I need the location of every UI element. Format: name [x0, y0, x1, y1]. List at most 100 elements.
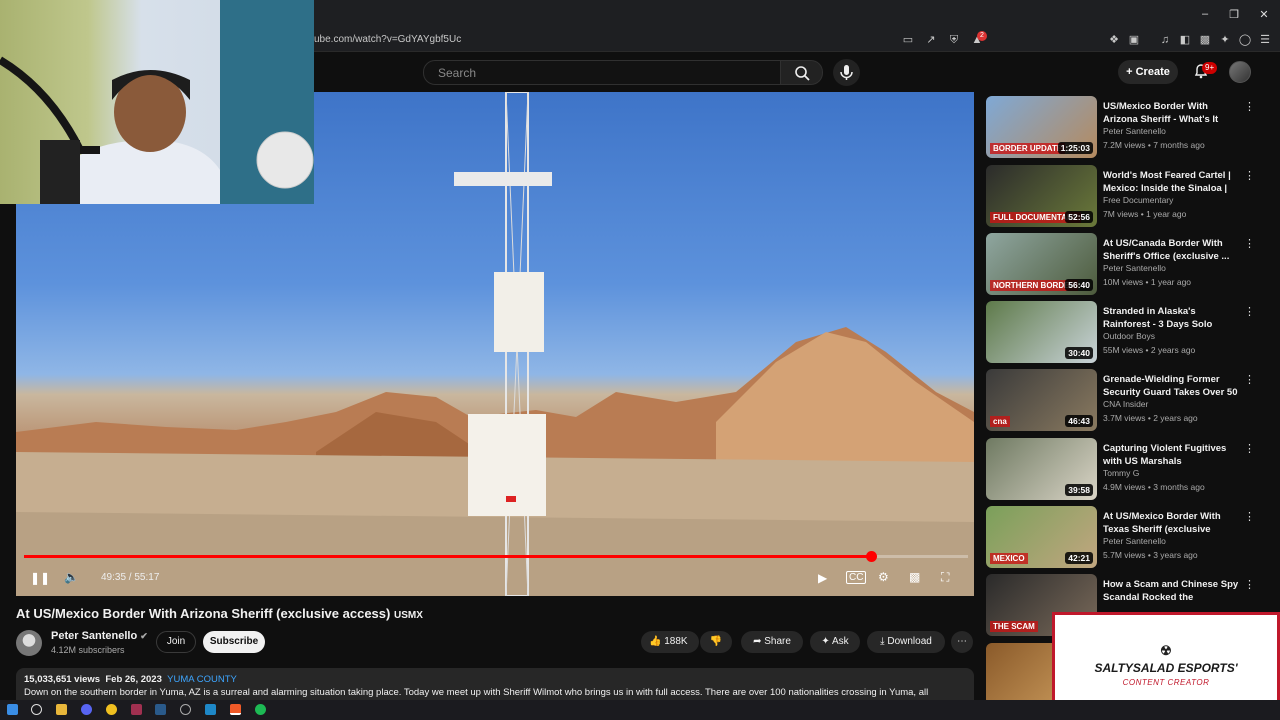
upload-date: Feb 26, 2023 [105, 674, 162, 685]
shield-icon[interactable]: ⛨ [947, 33, 961, 47]
download-button[interactable]: ⤓ Download [867, 631, 945, 653]
recommendation-title[interactable]: World's Most Feared Cartel | Mexico: Ins… [1103, 169, 1239, 195]
recommendation-title[interactable]: At US/Mexico Border With Texas Sheriff (… [1103, 510, 1239, 536]
recommendation-thumbnail[interactable]: MEXICO 42:21 [986, 506, 1097, 568]
search-button[interactable] [781, 60, 823, 85]
thumbnail-caption: THE SCAM [990, 621, 1038, 632]
scrub-handle[interactable] [866, 551, 877, 562]
join-button[interactable]: Join [156, 631, 196, 653]
fullscreen-button[interactable]: ⛶ [941, 570, 949, 585]
recommendation-meta: 7.2M views • 7 months ago [1103, 140, 1205, 150]
recommendation-title[interactable]: How a Scam and Chinese Spy Scandal Rocke… [1103, 578, 1239, 604]
recommendation-thumbnail[interactable]: FULL DOCUMENTARY 52:56 [986, 165, 1097, 227]
kebab-menu-icon[interactable]: ⋮ [1244, 305, 1255, 318]
recommendation-title[interactable]: Stranded in Alaska's Rainforest - 3 Days… [1103, 305, 1239, 331]
like-button[interactable]: 👍 188K [641, 631, 699, 653]
recommendation-channel[interactable]: Peter Santenello [1103, 263, 1166, 273]
recommendation-channel[interactable]: Free Documentary [1103, 195, 1173, 205]
minimize-icon[interactable]: – [1197, 8, 1213, 20]
kebab-menu-icon[interactable]: ⋮ [1244, 169, 1255, 182]
autoplay-toggle[interactable]: ▶ [818, 571, 827, 585]
recommendation-title[interactable]: Capturing Violent Fugitives with US Mars… [1103, 442, 1239, 468]
recommendation-card[interactable]: FULL DOCUMENTARY 52:56 World's Most Feared… [986, 165, 1256, 229]
recommendation-card[interactable]: MEXICO 42:21 At US/Mexico Border With Texa… [986, 506, 1256, 570]
volume-button[interactable]: 🔈 [64, 570, 79, 584]
puzzle-icon[interactable]: ❖ [1107, 33, 1121, 47]
recommendation-channel[interactable]: Peter Santenello [1103, 536, 1166, 546]
kebab-menu-icon[interactable]: ⋮ [1244, 237, 1255, 250]
chrome-icon[interactable] [106, 704, 117, 715]
channel-name-text: Peter Santenello [51, 630, 138, 642]
url-field[interactable]: ube.com/watch?v=GdYAYgbf5Uc [314, 34, 461, 45]
recommendation-card[interactable]: BORDER UPDATE 1:25:03 US/Mexico Border Wit… [986, 96, 1256, 160]
subscribe-button[interactable]: Subscribe [203, 631, 265, 653]
windows-start-icon[interactable] [7, 704, 18, 715]
thumbs-down-icon: 👎 [709, 636, 723, 647]
miniplayer-button[interactable]: ▩ [909, 570, 920, 584]
music-icon[interactable]: ♫ [1158, 33, 1172, 47]
voice-search-button[interactable] [833, 59, 860, 86]
close-icon[interactable]: ✕ [1256, 8, 1272, 21]
wallet-icon[interactable]: ▩ [1198, 33, 1212, 47]
recommendation-thumbnail[interactable]: 30:40 [986, 301, 1097, 363]
recommendation-title[interactable]: Grenade-Wielding Former Security Guard T… [1103, 373, 1239, 399]
channel-avatar[interactable] [16, 630, 42, 656]
recommendation-card[interactable]: 39:58 Capturing Violent Fugitives with US… [986, 438, 1256, 502]
kebab-menu-icon[interactable]: ⋮ [1244, 100, 1255, 113]
maximize-icon[interactable]: ❐ [1226, 8, 1242, 21]
thumbnail-caption: cna [990, 416, 1010, 427]
create-button[interactable]: + Create [1118, 60, 1178, 84]
kebab-menu-icon[interactable]: ⋮ [1244, 442, 1255, 455]
media-app-icon[interactable] [131, 704, 142, 715]
pause-button[interactable]: ❚❚ [30, 571, 50, 585]
menu-icon[interactable]: ☰ [1258, 33, 1272, 47]
steam-icon[interactable] [155, 704, 166, 715]
taskbar-search-icon[interactable] [31, 704, 42, 715]
recommendation-thumbnail[interactable]: 39:58 [986, 438, 1097, 500]
share-page-icon[interactable]: ↗ [924, 33, 938, 47]
description-text: Down on the southern border in Yuma, AZ … [24, 687, 929, 698]
recommendation-channel[interactable]: Tommy G [1103, 468, 1139, 478]
ask-button[interactable]: ✦ Ask [810, 631, 860, 653]
profile-avatar[interactable] [1229, 61, 1251, 83]
kebab-menu-icon[interactable]: ⋮ [1244, 373, 1255, 386]
recommendation-channel[interactable]: CNA Insider [1103, 399, 1148, 409]
share-button[interactable]: ➦ Share [741, 631, 803, 653]
recommendation-thumbnail[interactable]: BORDER UPDATE 1:25:03 [986, 96, 1097, 158]
channel-name[interactable]: Peter Santenello ✔ [51, 630, 148, 642]
sidebar-icon[interactable]: ◧ [1178, 33, 1192, 47]
spotify-icon[interactable] [255, 704, 266, 715]
recommendation-card[interactable]: NORTHERN BORDER 56:40 At US/Canada Border … [986, 233, 1256, 297]
dislike-button[interactable]: 👎 [700, 631, 732, 653]
scrub-progress [24, 555, 871, 558]
recommendation-channel[interactable]: Outdoor Boys [1103, 331, 1155, 341]
search-input[interactable]: Search [423, 60, 781, 85]
recommendation-thumbnail[interactable]: NORTHERN BORDER 56:40 [986, 233, 1097, 295]
recommendation-channel[interactable]: Peter Santenello [1103, 126, 1166, 136]
settings-button[interactable]: ⚙ [878, 570, 889, 584]
recommendation-card[interactable]: cna 46:43 Grenade-Wielding Former Security… [986, 369, 1256, 433]
recommendation-title[interactable]: At US/Canada Border With Sheriff's Offic… [1103, 237, 1239, 263]
obs-icon[interactable] [180, 704, 191, 715]
brave-icon[interactable] [230, 704, 241, 715]
streamer-webcam-image [0, 0, 314, 204]
kebab-menu-icon[interactable]: ⋮ [1244, 578, 1255, 591]
captions-button[interactable]: CC [846, 571, 867, 584]
cast-icon[interactable]: ▭ [901, 33, 915, 47]
discord-icon[interactable] [81, 704, 92, 715]
recommendation-card[interactable]: 30:40 Stranded in Alaska's Rainforest - 3… [986, 301, 1256, 365]
kebab-menu-icon[interactable]: ⋮ [1244, 510, 1255, 523]
vpn-icon[interactable]: ◯ [1238, 33, 1252, 47]
telegram-icon[interactable] [205, 704, 216, 715]
recommendation-thumbnail[interactable]: cna 46:43 [986, 369, 1097, 431]
file-explorer-icon[interactable] [56, 704, 67, 715]
search-icon [795, 66, 810, 81]
hashtag-link[interactable]: YUMA COUNTY [167, 674, 237, 685]
volume-icon: 🔈 [64, 570, 79, 584]
recommendation-title[interactable]: US/Mexico Border With Arizona Sheriff - … [1103, 100, 1239, 126]
share-label: Share [764, 636, 791, 647]
esports-name: SALTYSALAD ESPORTS' [1094, 661, 1238, 675]
ai-icon[interactable]: ✦ [1218, 33, 1232, 47]
more-actions-button[interactable]: ⋯ [951, 631, 973, 653]
screenshot-icon[interactable]: ▣ [1127, 33, 1141, 47]
